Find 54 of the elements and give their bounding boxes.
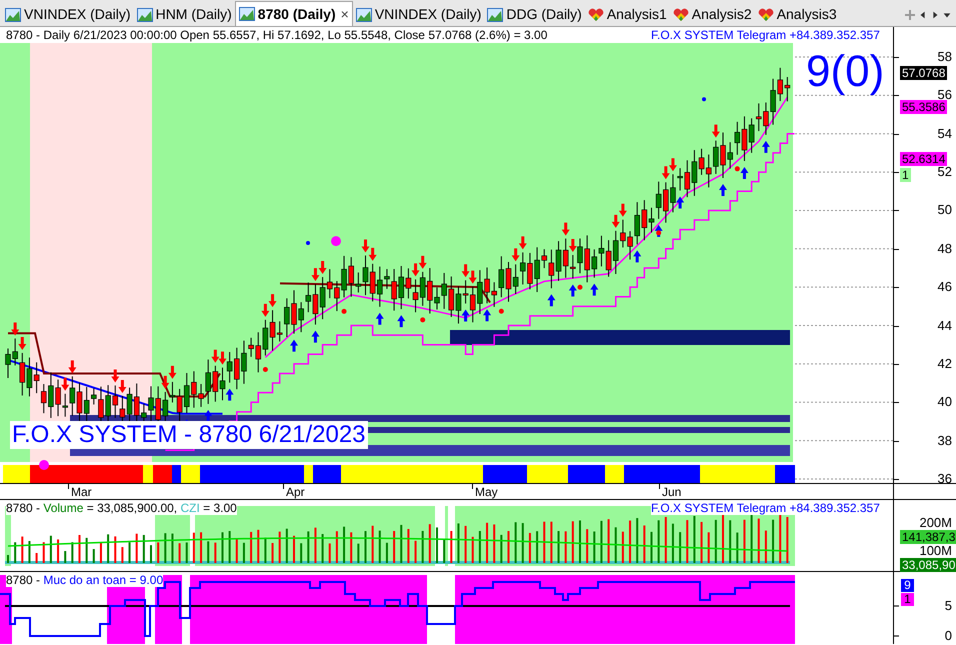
axis-label: 36	[938, 470, 952, 486]
price-tag: 57.0768	[900, 66, 948, 80]
chart-icon	[136, 8, 153, 22]
volume-header: 8780 - Volume = 33,085,900.00, CZI = 3.00	[6, 501, 237, 515]
chart-icon	[238, 7, 255, 21]
axis-label: 44	[938, 318, 952, 333]
tab[interactable]: Analysis1	[584, 3, 670, 26]
volume-tag: 141,387,3	[900, 530, 956, 544]
axis-label: 38	[938, 432, 952, 448]
signal-count: 9(0)	[806, 47, 884, 97]
tab[interactable]: VNINDEX (Daily)	[2, 3, 134, 26]
axis-label: 100M	[919, 544, 952, 557]
telegram-text: F.O.X SYSTEM Telegram +84.389.352.357	[651, 501, 880, 515]
axis-label: 40	[938, 394, 952, 410]
move-icon	[904, 8, 916, 20]
axis-label: 200M	[919, 516, 952, 529]
chart-icon	[487, 8, 504, 22]
tab[interactable]: Analysis3	[754, 3, 840, 26]
analysis-icon	[758, 8, 774, 22]
tab[interactable]: VNINDEX (Daily)	[352, 3, 484, 26]
axis-label: 0	[944, 628, 952, 643]
price-tag: 1	[900, 168, 911, 182]
tab[interactable]: DDG (Daily)	[484, 3, 585, 26]
analysis-icon	[672, 8, 689, 22]
axis-label: 5	[944, 598, 952, 613]
safety-header: 8780 - Muc do an toan = 9.00	[6, 573, 164, 587]
chart-icon	[5, 8, 21, 22]
close-icon[interactable]: ×	[340, 4, 349, 24]
axis-label: 58	[938, 49, 952, 64]
axis-label: 48	[938, 240, 952, 256]
axis-label: 46	[938, 279, 952, 294]
tab[interactable]: Analysis2	[670, 3, 755, 26]
level-tag: 9	[901, 579, 914, 592]
date-label: Apr	[286, 485, 305, 499]
chart-caption: F.O.X SYSTEM - 8780 6/21/2023	[10, 421, 368, 449]
date-label: Jun	[662, 485, 682, 499]
volume-background	[445, 506, 448, 566]
volume-tag: 33,085,90	[900, 558, 956, 572]
price-tag: 55.3586	[900, 100, 948, 114]
analysis-icon	[588, 8, 604, 22]
axis-label: 54	[938, 126, 952, 141]
date-label: May	[475, 485, 498, 499]
price-tag: 52.6314	[900, 152, 948, 166]
level-tag: 1	[901, 593, 914, 606]
date-label: Mar	[71, 485, 92, 499]
axis-label: 52	[938, 164, 952, 180]
chart-header: 8780 - Daily 6/21/2023 00:00:00 Open 55.6557, Hi 57.1692, Lo 55.5548, Close 57.0768 (2.6%) = 3.00	[6, 28, 548, 42]
axis-label: 56	[938, 87, 952, 102]
tab[interactable]: 8780 (Daily) ×	[234, 1, 353, 26]
axis-label: 50	[938, 202, 952, 218]
chart-icon	[356, 8, 372, 22]
tab[interactable]: HNM (Daily)	[134, 3, 235, 26]
telegram-text: F.O.X SYSTEM Telegram +84.389.352.357	[651, 28, 880, 42]
axis-label: 42	[938, 356, 952, 371]
